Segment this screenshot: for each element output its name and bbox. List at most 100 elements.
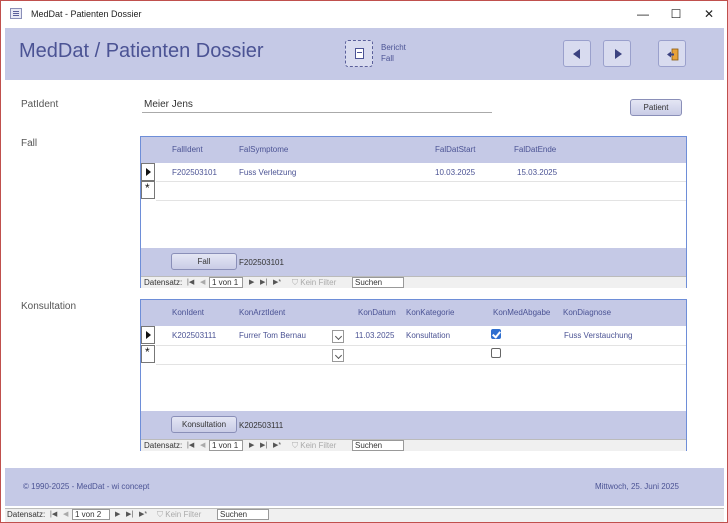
form-header: MedDat / Patienten Dossier Bericht Fall [5,28,724,80]
current-record-selector[interactable] [141,326,155,344]
fall-footer-value: F202503101 [239,258,284,267]
record-position-field[interactable]: 1 von 2 [72,509,110,520]
current-date: Mittwoch, 25. Juni 2025 [594,482,679,491]
fall-button[interactable]: Fall [171,253,237,270]
no-filter-label: Kein Filter [165,510,202,519]
konsultation-cell-datum[interactable]: 11.03.2025 [355,331,394,340]
record-position-field[interactable]: 1 von 1 [209,277,243,288]
fall-column-header: FallIdent FalSymptome FalDatStart FalDat… [141,137,686,163]
patident-field[interactable]: Meier Jens [142,97,492,113]
patient-button[interactable]: Patient [630,99,682,116]
search-field[interactable]: Suchen [352,277,404,288]
copyright-text: © 1990-2025 - MedDat - wi concept [23,482,150,491]
arzt-dropdown-button[interactable] [332,349,344,362]
last-record-icon[interactable]: ▶| [260,278,267,286]
last-record-icon[interactable]: ▶| [126,510,133,518]
title-bar: MedDat - Patienten Dossier — ☐ ✕ [1,1,727,28]
row-divider [156,364,686,365]
new-record-icon[interactable]: ▶* [273,278,281,286]
record-position-field[interactable]: 1 von 1 [209,440,243,451]
column-header-konident: KonIdent [172,308,205,317]
record-label: Datensatz: [7,510,46,519]
first-record-icon[interactable]: |◀ [50,510,57,518]
konsultation-cell-kategorie[interactable]: Konsultation [406,331,450,340]
no-filter-indicator[interactable]: ⛉ Kein Filter [292,441,336,451]
current-record-selector[interactable] [141,163,155,181]
form-footer: © 1990-2025 - MedDat - wi concept Mittwo… [5,468,724,506]
konsultation-button[interactable]: Konsultation [171,416,237,433]
first-record-icon[interactable]: |◀ [187,278,194,286]
no-filter-label: Kein Filter [300,441,337,450]
arzt-dropdown-button[interactable] [332,330,344,343]
maximize-button[interactable]: ☐ [665,5,687,23]
new-record-icon[interactable]: ▶* [273,441,281,449]
konsultation-footer-value: K202503111 [239,421,284,430]
konsultation-cell-diagnose[interactable]: Fuss Verstauchung [564,331,632,340]
konsultation-cell-arzt[interactable]: Furrer Tom Bernau [239,331,306,340]
column-header-faldatstart: FalDatStart [435,145,476,154]
row-divider [156,181,686,182]
fall-cell-ende[interactable]: 15.03.2025 [517,168,557,177]
search-field[interactable]: Suchen [352,440,404,451]
column-header-konarztident: KonArztIdent [239,308,286,317]
konsultation-subform-footer: Konsultation K202503111 [141,411,686,439]
column-header-kondatum: KonDatum [358,308,396,317]
konsultation-record-navigator: Datensatz: |◀ ◀ 1 von 1 ▶ ▶| ▶* ⛉ Kein F… [141,439,686,451]
prev-record-icon[interactable]: ◀ [200,278,205,286]
konsultation-label: Konsultation [21,301,77,312]
konsultation-column-header: KonIdent KonArztIdent KonDatum KonKatego… [141,300,686,326]
column-header-falsymptome: FalSymptome [239,145,289,154]
last-record-icon[interactable]: ▶| [260,441,267,449]
form-icon [10,8,22,19]
arrow-left-icon [573,49,580,59]
fall-cell-symptome[interactable]: Fuss Verletzung [239,168,296,177]
fall-record-navigator: Datensatz: |◀ ◀ 1 von 1 ▶ ▶| ▶* ⛉ Kein F… [141,276,686,288]
new-record-selector[interactable] [141,181,155,199]
new-record-selector[interactable] [141,345,155,363]
fall-cell-start[interactable]: 10.03.2025 [435,168,475,177]
next-record-icon[interactable]: ▶ [249,441,254,449]
fall-cell-ident[interactable]: F202503101 [172,168,217,177]
fall-subform-footer: Fall F202503101 [141,248,686,276]
report-button[interactable] [345,40,373,67]
exit-door-icon [667,48,679,61]
konsultation-subform: KonIdent KonArztIdent KonDatum KonKatego… [140,299,687,451]
prev-record-icon[interactable]: ◀ [63,510,68,518]
no-filter-label: Kein Filter [300,278,337,287]
no-filter-indicator[interactable]: ⛉ Kein Filter [157,510,201,520]
search-field[interactable]: Suchen [217,509,269,520]
column-header-faldatende: FalDatEnde [514,145,557,154]
arrow-right-icon [615,49,622,59]
report-label-line1: Bericht [381,43,406,52]
konsultation-cell-ident[interactable]: K202503111 [172,331,216,340]
exit-button[interactable] [658,40,686,67]
prev-record-icon[interactable]: ◀ [200,441,205,449]
next-record-icon[interactable]: ▶ [115,510,120,518]
next-record-button[interactable] [603,40,631,67]
column-header-fallident: FallIdent [172,145,203,154]
medabgabe-checkbox-new[interactable] [491,348,501,358]
new-record-icon[interactable]: ▶* [139,510,147,518]
previous-record-button[interactable] [563,40,591,67]
report-label: Bericht Fall [381,42,406,64]
report-label-line2: Fall [381,54,394,63]
fall-label: Fall [21,138,38,149]
column-header-kondiagnose: KonDiagnose [563,308,612,317]
window-title: MedDat - Patienten Dossier [31,9,142,19]
report-icon [355,48,364,59]
row-divider [156,345,686,346]
row-divider [156,200,686,201]
medabgabe-checkbox[interactable] [491,329,501,339]
page-title: MedDat / Patienten Dossier [19,40,264,62]
first-record-icon[interactable]: |◀ [187,441,194,449]
fall-subform: FallIdent FalSymptome FalDatStart FalDat… [140,136,687,288]
column-header-konmedabgabe: KonMedAbgabe [493,308,551,317]
application-window: MedDat - Patienten Dossier — ☐ ✕ MedDat … [0,0,728,523]
column-header-konkategorie: KonKategorie [406,308,455,317]
patident-label: PatIdent [21,99,59,110]
no-filter-indicator[interactable]: ⛉ Kein Filter [292,278,336,288]
close-button[interactable]: ✕ [698,5,720,23]
minimize-button[interactable]: — [632,5,654,23]
record-label: Datensatz: [144,278,183,287]
next-record-icon[interactable]: ▶ [249,278,254,286]
